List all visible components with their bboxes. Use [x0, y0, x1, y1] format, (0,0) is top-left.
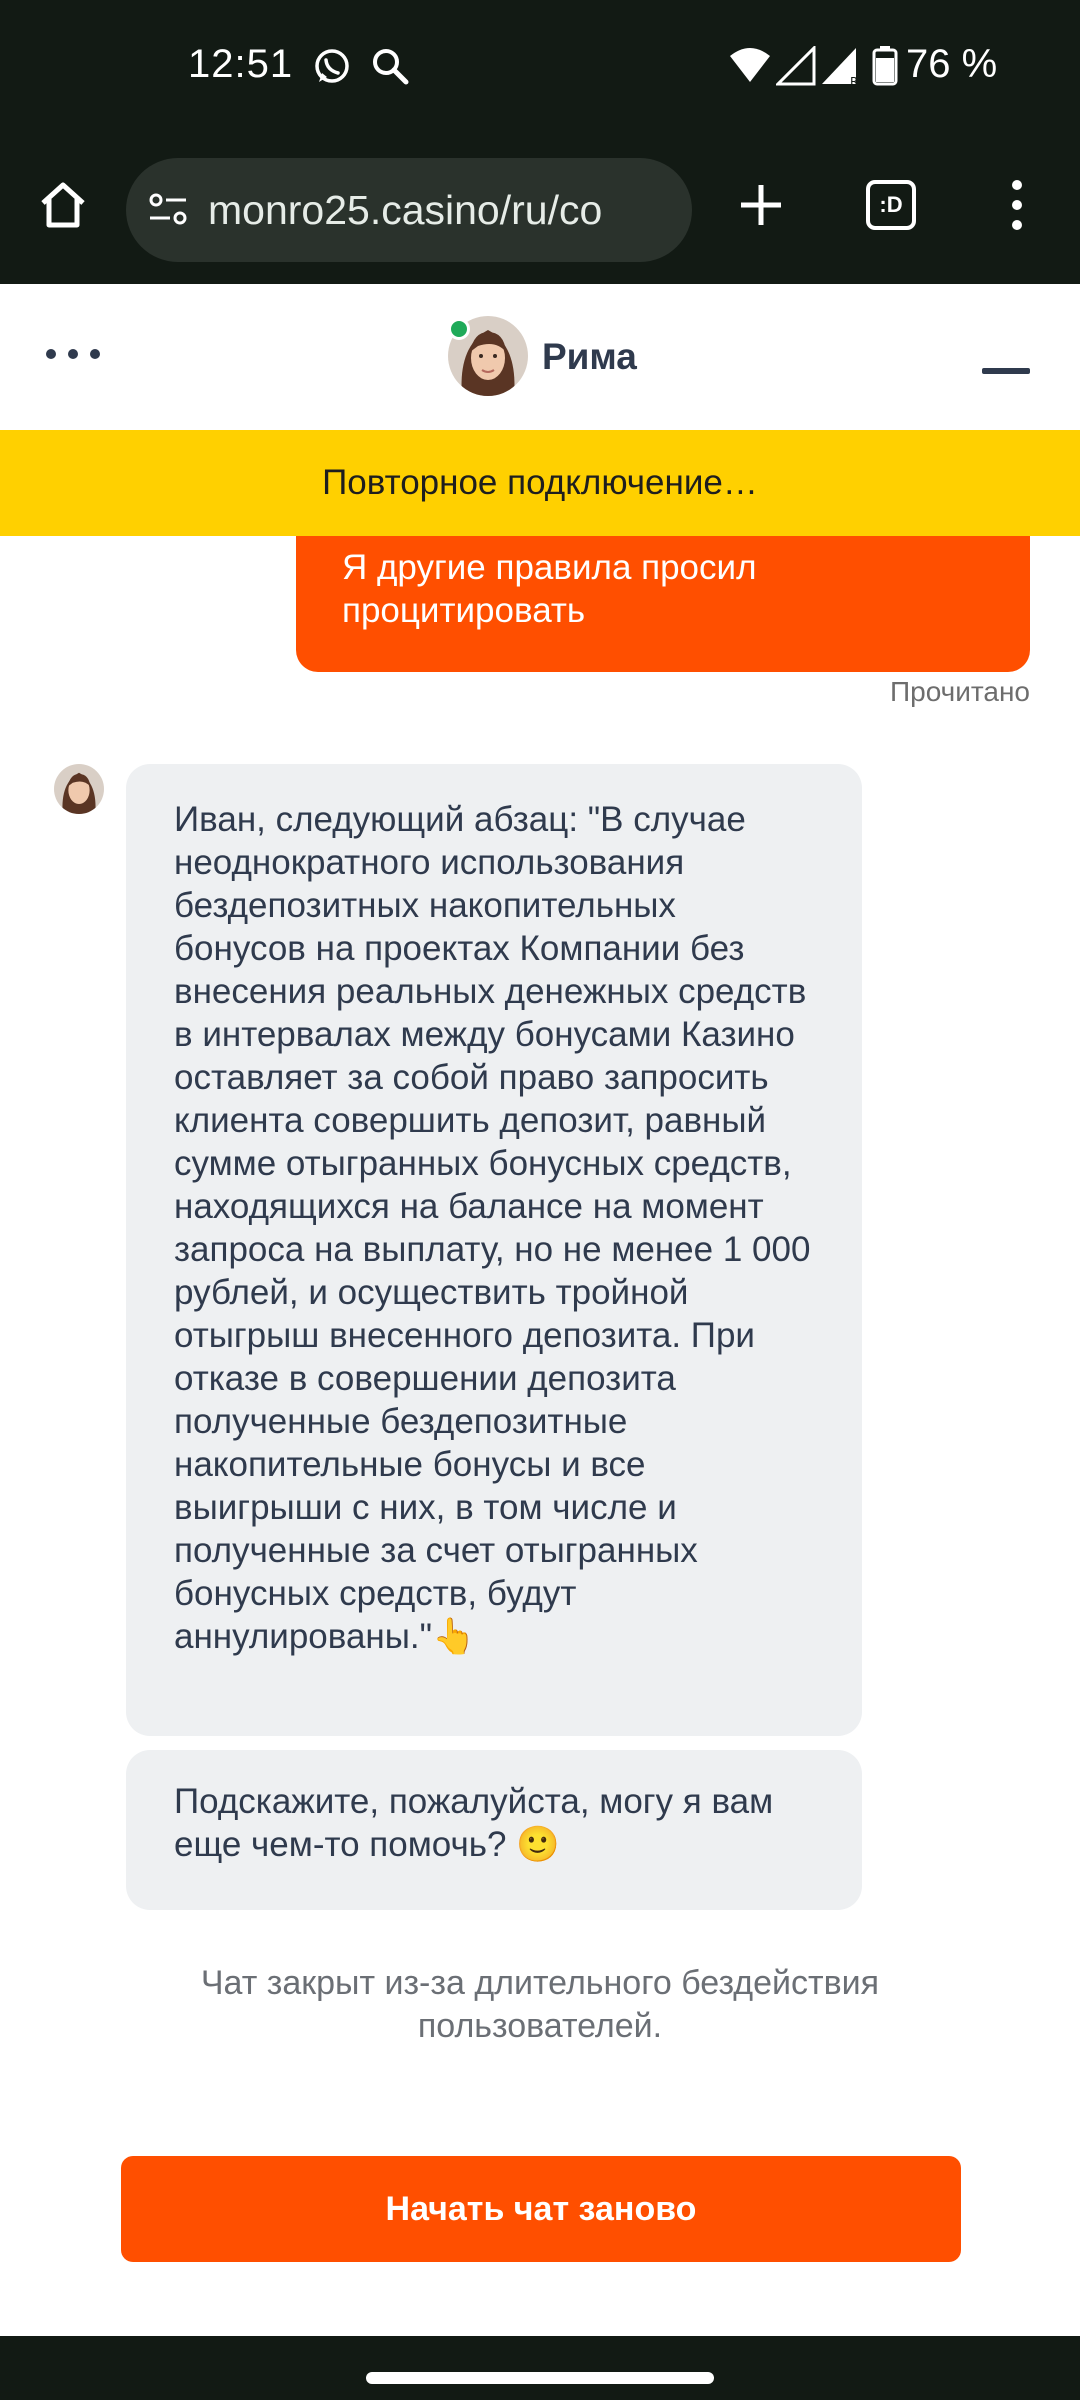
- battery-icon: [872, 46, 898, 86]
- agent-name: Рима: [542, 336, 637, 377]
- status-time: 12:51: [188, 42, 294, 86]
- agent-message-text: Иван, следующий абзац: "В случае неоднок…: [174, 800, 811, 1656]
- battery-level: 76 %: [906, 42, 998, 86]
- browser-toolbar: monro25.casino/ru/co :D: [0, 140, 1080, 424]
- tab-switcher-icon[interactable]: :D: [856, 170, 926, 240]
- wifi-icon: [728, 46, 770, 86]
- url-text[interactable]: monro25.casino/ru/co: [208, 187, 602, 234]
- chat-menu-icon[interactable]: [46, 344, 106, 364]
- whatsapp-icon: [312, 46, 352, 86]
- read-status: Прочитано: [890, 676, 1030, 707]
- chat-closed-note: Чат закрыт из-за длительного бездействия…: [200, 1964, 880, 2045]
- overflow-menu-icon[interactable]: [982, 170, 1052, 240]
- site-settings-icon[interactable]: [146, 188, 190, 232]
- agent-message-bubble: Подскажите, пожалуйста, могу я вам еще ч…: [126, 1750, 862, 1910]
- signal-icon: [774, 44, 816, 86]
- minimize-icon[interactable]: [982, 368, 1030, 374]
- chat-header: Рима: [0, 284, 1080, 430]
- home-icon[interactable]: [28, 170, 98, 240]
- signal-roaming-icon: R: [820, 46, 860, 89]
- svg-text:R: R: [850, 75, 858, 86]
- restart-chat-button[interactable]: Начать чат заново: [121, 2156, 961, 2262]
- tab-count: :D: [866, 180, 916, 230]
- status-bar: 12:51 R 76 %: [0, 0, 1080, 140]
- user-message-text: Я другие правила просил процитировать: [342, 548, 757, 630]
- agent-message-avatar: [54, 764, 104, 814]
- online-status-dot: [448, 318, 470, 340]
- user-message-bubble: Я другие правила просил процитировать: [296, 536, 1030, 672]
- gesture-handle[interactable]: [366, 2372, 714, 2384]
- agent-message-text: Подскажите, пожалуйста, могу я вам еще ч…: [174, 1782, 774, 1864]
- search-icon: [370, 46, 410, 86]
- reconnect-banner: Повторное подключение…: [0, 430, 1080, 536]
- agent-message-bubble: Иван, следующий абзац: "В случае неоднок…: [126, 764, 862, 1736]
- navigation-bar: [0, 2336, 1080, 2400]
- new-tab-icon[interactable]: [726, 170, 796, 240]
- url-bar[interactable]: monro25.casino/ru/co: [126, 158, 692, 262]
